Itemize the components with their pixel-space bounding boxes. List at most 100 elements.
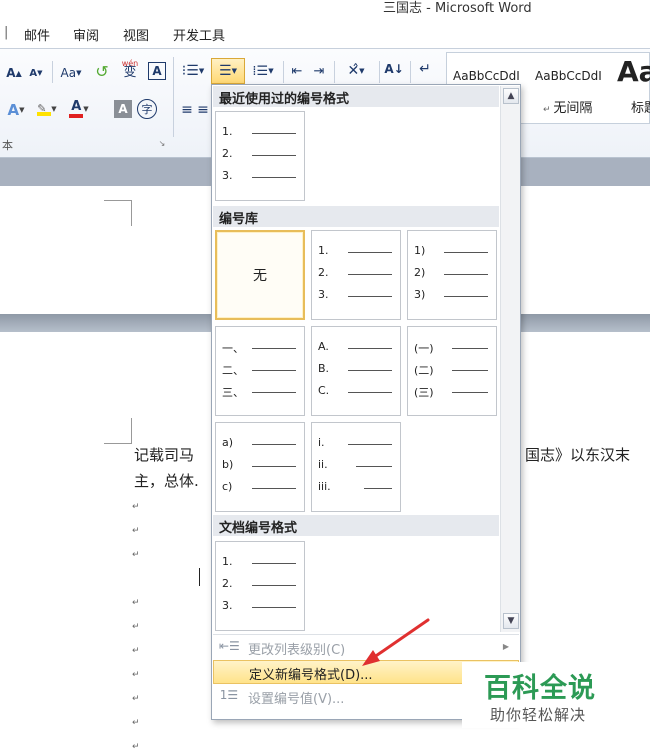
submenu-arrow-icon: ▶	[502, 642, 509, 651]
numbering-button[interactable]: ☰ ▼	[211, 58, 245, 84]
numbering-preview-row: ii.	[318, 458, 398, 472]
dropdown-scrollbar[interactable]: ▲ ▼	[500, 86, 520, 632]
style-normal[interactable]: AaBbCcDdI	[453, 69, 520, 83]
tab-developer[interactable]: 开发工具	[173, 25, 225, 44]
menu-separator	[213, 634, 519, 635]
paragraph-mark-icon: ↵	[132, 742, 140, 752]
numbering-preview-row: c)	[222, 480, 302, 494]
font-color-button[interactable]: A ▼	[66, 99, 92, 119]
numbering-preview-line	[348, 392, 392, 393]
page-corner-mark	[104, 200, 132, 226]
numbering-option-arabic-period[interactable]: 1. 2. 3.	[311, 230, 401, 320]
numbering-preview-line	[252, 488, 296, 489]
scroll-down-button[interactable]: ▼	[503, 613, 519, 629]
style-heading[interactable]: Aa	[617, 55, 650, 88]
clear-format-icon[interactable]: ↺	[90, 61, 114, 81]
tab-mailings[interactable]: 邮件	[24, 25, 50, 44]
numbering-marker: (三)	[414, 386, 434, 399]
numbering-preview-row: 1.	[222, 555, 302, 569]
change-list-level-item[interactable]: ⇤☰ 更改列表级别(C) ▶	[213, 636, 519, 660]
numbering-marker: 1)	[414, 244, 426, 257]
chevron-down-icon: ▼	[51, 105, 57, 113]
numbering-marker: 1.	[318, 244, 329, 257]
numbering-preview-line	[252, 177, 296, 178]
decrease-indent-icon[interactable]: ⇤	[287, 61, 307, 81]
highlight-color-button[interactable]: ✎ ▼	[34, 99, 60, 119]
numbering-preview-row: A.	[318, 340, 398, 354]
multilevel-list-icon: ⁞☰	[252, 63, 269, 79]
numbering-option-document[interactable]: 1. 2. 3.	[215, 541, 305, 631]
numbering-option-upper-alpha[interactable]: A. B. C.	[311, 326, 401, 416]
tab-review[interactable]: 审阅	[73, 25, 99, 44]
numbering-preview-line	[356, 466, 392, 467]
numbering-dropdown[interactable]: 最近使用过的编号格式 1. 2. 3. 编号库 无 1. 2. 3. 1) 2) 3) 一、…	[211, 84, 521, 720]
numbering-preview-row: 2.	[222, 577, 302, 591]
window-title: 三国志 - Microsoft Word	[383, 1, 532, 16]
numbering-option-lower-roman[interactable]: i. ii. iii.	[311, 422, 401, 512]
sort-button[interactable]: A↓	[383, 59, 405, 79]
numbering-preview-row: 2.	[318, 266, 398, 280]
numbering-preview-row: 2.	[222, 147, 302, 161]
enclose-char-button[interactable]: 字	[137, 99, 157, 119]
numbering-option-lower-alpha[interactable]: a) b) c)	[215, 422, 305, 512]
dialog-launcher-icon[interactable]: ↘	[156, 137, 168, 149]
numbering-marker: 2.	[318, 266, 329, 279]
numbering-preview-row: 1.	[318, 244, 398, 258]
chevron-down-icon: ▼	[83, 105, 89, 113]
numbering-option-chinese-paren[interactable]: (一) (二) (三)	[407, 326, 497, 416]
text-effect-button[interactable]: A ▼	[4, 100, 28, 120]
char-shading-button[interactable]: A	[114, 100, 132, 118]
asian-layout-button[interactable]: ✕̂ ▼	[338, 61, 374, 81]
numbering-preview-row: 3.	[222, 599, 302, 613]
numbering-option-arabic-paren[interactable]: 1) 2) 3)	[407, 230, 497, 320]
bullet-list-icon: ⁝☰	[181, 63, 199, 79]
highlighter-icon: ✎	[37, 102, 52, 116]
numbering-preview-row: C.	[318, 384, 398, 398]
grow-font-button[interactable]: A ▲	[4, 63, 24, 83]
numbering-preview-row: 二、	[222, 362, 302, 377]
increase-indent-icon[interactable]: ⇥	[309, 61, 329, 81]
scroll-up-button[interactable]: ▲	[503, 88, 519, 104]
change-case-button[interactable]: Aa ▼	[56, 63, 86, 83]
style-no-spacing[interactable]: AaBbCcDdI	[535, 69, 602, 83]
numbering-preview-line	[252, 444, 296, 445]
align-left-icon[interactable]: ≡	[178, 100, 196, 120]
numbering-preview-line	[252, 133, 296, 134]
numbering-preview-line	[252, 392, 296, 393]
phonetic-guide-button[interactable]: wén 变	[118, 58, 142, 79]
bullets-button[interactable]: ⁝☰ ▼	[178, 61, 208, 81]
paragraph-mark-icon: ↵	[132, 526, 140, 536]
numbering-preview-line	[348, 370, 392, 371]
none-label: 无	[253, 268, 267, 284]
show-marks-icon[interactable]: ↵	[414, 59, 436, 79]
tab-view[interactable]: 视图	[123, 25, 149, 44]
chevron-down-icon: ▼	[231, 67, 237, 75]
title-bar: 三国志 - Microsoft Word	[0, 0, 650, 18]
document-text-line-1-right: 国志》以东汉末	[525, 446, 631, 464]
shrink-font-button[interactable]: A ▼	[26, 63, 46, 83]
numbering-preview-row: 一、	[222, 340, 302, 355]
align-center-icon[interactable]: ≡	[196, 100, 210, 120]
numbering-option-none[interactable]: 无	[215, 230, 305, 320]
paragraph-mark-icon: ↵	[132, 670, 140, 680]
numbering-marker: 三、	[222, 386, 244, 399]
numbering-marker: iii.	[318, 480, 331, 493]
numbering-preview-row: b)	[222, 458, 302, 472]
paragraph-mark-icon: ↵	[132, 694, 140, 704]
numbering-preview-line	[444, 296, 488, 297]
numbering-option-chinese[interactable]: 一、 二、 三、	[215, 326, 305, 416]
numbering-preview-line	[452, 392, 488, 393]
ribbon-tabs: | 邮件 审阅 视图 开发工具	[0, 18, 650, 48]
char-border-button[interactable]: A	[148, 62, 166, 80]
numbering-preview-row: 3.	[222, 169, 302, 183]
numbering-preview-line	[452, 348, 488, 349]
numbering-preview-row: (三)	[414, 384, 494, 399]
numbering-option-recent[interactable]: 1. 2. 3.	[215, 111, 305, 201]
numbering-marker: 1.	[222, 125, 233, 138]
down-arrow-icon: ▼	[37, 69, 43, 77]
numbering-preview-row: 2)	[414, 266, 494, 280]
multilevel-list-button[interactable]: ⁞☰ ▼	[248, 61, 278, 81]
numbering-preview-line	[252, 585, 296, 586]
numbering-preview-row: 三、	[222, 384, 302, 399]
numbering-preview-line	[348, 444, 392, 445]
